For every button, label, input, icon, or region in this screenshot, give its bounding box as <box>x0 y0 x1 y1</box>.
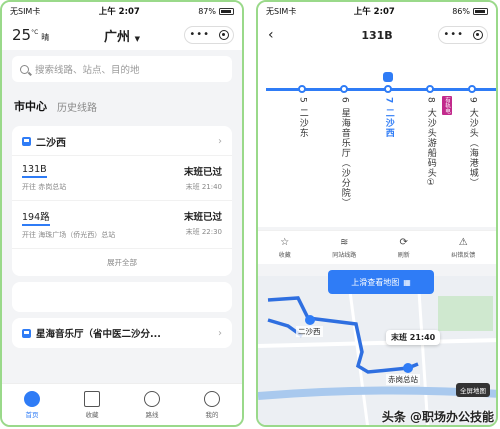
nav-route[interactable]: 路线 <box>144 390 160 419</box>
stop-number: 6 <box>339 97 350 104</box>
stop-number: 5 <box>297 97 308 104</box>
clock: 上午 2:07 <box>353 7 395 17</box>
stop-dot <box>298 85 306 93</box>
route-name: 131B <box>22 164 47 178</box>
user-icon <box>204 390 220 407</box>
bus-stop-icon <box>22 137 31 146</box>
spacer-card <box>12 282 232 312</box>
stop-name: 大沙头游船码头① <box>425 107 436 189</box>
stop-card-2[interactable]: 星海音乐厅（省中医二沙分... › <box>12 318 232 348</box>
current-stop-marker-icon <box>383 72 393 82</box>
favorite-button[interactable]: ☆ 收藏 <box>279 237 291 259</box>
route-status: 末班已过 <box>183 212 222 223</box>
route-status: 末班已过 <box>183 167 222 178</box>
stop-item-current[interactable]: 7 二沙西 <box>382 72 394 139</box>
caret-down-icon: ▼ <box>134 34 140 43</box>
stop-item[interactable]: 6 星海音乐厅（沙分院） <box>338 84 350 208</box>
weather: 25°C晴 <box>12 26 50 44</box>
stop-name: 星海音乐厅（沙分院） <box>339 107 350 208</box>
chevron-right-icon: › <box>218 136 222 147</box>
route-last-time: 末班 21:40 <box>185 183 222 191</box>
expand-all-button[interactable]: 展开全部 <box>12 248 232 276</box>
watermark: 头条 @职场办公技能 <box>381 410 494 424</box>
star-icon: ☆ <box>280 236 290 248</box>
route-last-time: 末班 22:30 <box>185 228 222 236</box>
bus-stop-icon <box>22 328 31 338</box>
feedback-button[interactable]: ⚠ 纠错反馈 <box>451 237 475 259</box>
map-terminal-label: 赤岗总站 <box>386 374 420 385</box>
carrier: 无SIM卡 <box>266 6 297 16</box>
stop-card-header[interactable]: 二沙西 › <box>12 126 232 155</box>
canvas: 无SIM卡 上午 2:07 87% 25°C晴 广州 ▼ ••• 搜索线路、站点… <box>0 0 500 429</box>
map-roads <box>258 276 496 425</box>
route-row[interactable]: 131B 开往 赤岗总站 末班已过 末班 21:40 <box>12 155 232 200</box>
battery: 86% <box>452 7 488 16</box>
bottom-nav: 首页 收藏 路线 我的 <box>2 383 242 425</box>
route-header: ‹ 131B ••• <box>258 20 496 50</box>
home-header: 25°C晴 广州 ▼ ••• <box>2 20 242 50</box>
stop-item[interactable]: 5 二沙东 <box>296 84 308 138</box>
route-map[interactable]: 二沙西 末班 21:40 赤岗总站 全屏地图 <box>258 276 496 425</box>
warning-icon: ⚠ <box>458 236 468 248</box>
stop-card: 二沙西 › 131B 开往 赤岗总站 末班已过 末班 21:40 194路 开往… <box>12 126 232 276</box>
stop-number: 9 <box>467 97 478 104</box>
stop-dot <box>426 85 434 93</box>
tab-city-center[interactable]: 市中心 <box>14 98 47 114</box>
battery-icon <box>218 7 234 15</box>
carrier: 无SIM卡 <box>10 6 41 16</box>
close-target-icon[interactable] <box>218 30 229 40</box>
refresh-icon: ⟳ <box>399 236 408 248</box>
stop-dot <box>384 85 392 93</box>
stop-item[interactable]: 9 大沙头（海港城） <box>466 84 478 188</box>
stop-dot <box>340 85 348 93</box>
stop-name: 二沙东 <box>297 107 308 138</box>
status-bar: 无SIM卡 上午 2:07 86% <box>258 2 496 20</box>
left-phone: 无SIM卡 上午 2:07 87% 25°C晴 广州 ▼ ••• 搜索线路、站点… <box>0 0 244 427</box>
slide-up-map-button[interactable]: 上滑查看地图 ▦ <box>328 270 434 294</box>
mini-program-capsule[interactable]: ••• <box>438 26 488 44</box>
tabs: 市中心 历史线路 <box>2 88 242 120</box>
nav-home[interactable]: 首页 <box>24 390 40 419</box>
same-stop-routes-button[interactable]: ≋ 同站线路 <box>332 237 356 259</box>
route-name: 194路 <box>22 209 50 226</box>
route-actions: ☆ 收藏 ≋ 同站线路 ⟳ 刷新 ⚠ 纠错反馈 <box>258 230 496 264</box>
stop-dot <box>468 85 476 93</box>
battery: 87% <box>198 7 234 16</box>
chevron-right-icon: › <box>218 327 222 339</box>
routes-icon: ≋ <box>340 236 349 248</box>
star-icon <box>84 390 100 407</box>
route-direction: 开往 海珠广场（侨光西）总站 <box>22 231 116 239</box>
search-bar[interactable]: 搜索线路、站点、目的地 <box>12 56 232 82</box>
fullscreen-map-button[interactable]: 全屏地图 <box>456 383 490 397</box>
home-icon <box>24 390 40 407</box>
route-direction: 开往 赤岗总站 <box>22 183 67 191</box>
stop-strip: 5 二沙东 6 星海音乐厅（沙分院） 7 二沙西 8 大沙头游船码头① 有轨电 <box>258 50 496 227</box>
nav-mine[interactable]: 我的 <box>204 390 220 419</box>
last-bus-tooltip: 末班 21:40 <box>386 330 441 345</box>
search-placeholder: 搜索线路、站点、目的地 <box>35 65 140 76</box>
search-icon <box>20 64 29 74</box>
refresh-button[interactable]: ⟳ 刷新 <box>398 237 410 259</box>
map-icon: ▦ <box>403 277 411 287</box>
tram-tag: 有轨电 <box>442 96 452 115</box>
route-icon <box>144 390 160 407</box>
status-bar: 无SIM卡 上午 2:07 87% <box>2 2 242 20</box>
tab-history[interactable]: 历史线路 <box>57 99 97 114</box>
stop-name: 大沙头（海港城） <box>467 107 478 188</box>
stop-item[interactable]: 8 大沙头游船码头① <box>424 84 436 189</box>
map-stop-label: 二沙西 <box>296 326 323 337</box>
clock: 上午 2:07 <box>98 7 140 17</box>
close-target-icon[interactable] <box>472 30 483 40</box>
nav-favorites[interactable]: 收藏 <box>84 390 100 419</box>
route-row[interactable]: 194路 开往 海珠广场（侨光西）总站 末班已过 末班 22:30 <box>12 200 232 248</box>
stop-number: 8 <box>425 97 436 104</box>
stop-name: 二沙西 <box>383 108 394 139</box>
battery-icon <box>472 7 488 15</box>
right-phone: 无SIM卡 上午 2:07 86% ‹ 131B ••• 5 二沙东 6 星海音… <box>256 0 498 427</box>
mini-program-capsule[interactable]: ••• <box>184 26 234 44</box>
stop-number: 7 <box>383 97 394 105</box>
back-icon[interactable]: ‹ <box>268 27 274 43</box>
